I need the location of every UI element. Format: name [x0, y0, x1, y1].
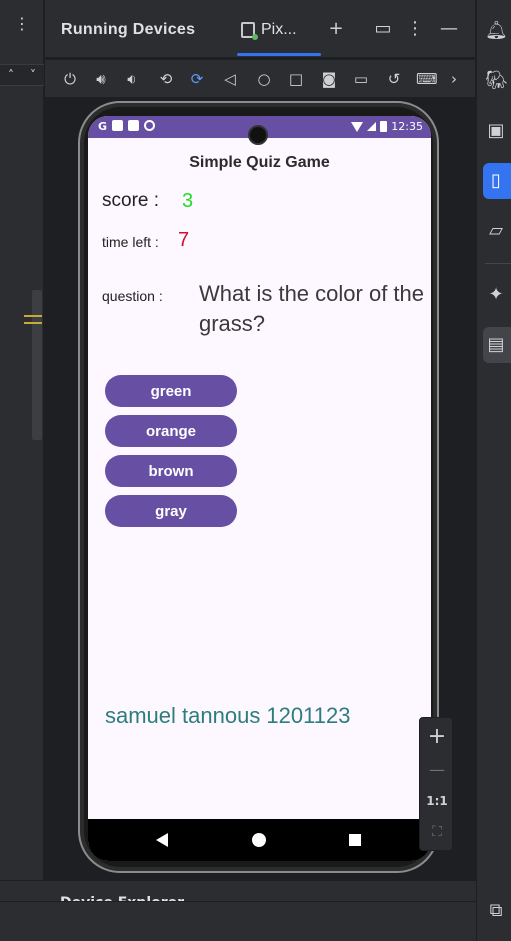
system-icons: 12:35 [351, 120, 423, 133]
gemini-icon[interactable]: ✦ [485, 284, 507, 306]
author-label: samuel tannous 1201123 [105, 703, 351, 728]
sim-icon [128, 120, 140, 131]
answer-button-orange[interactable]: orange [105, 415, 237, 447]
back-icon[interactable]: ◁ [220, 69, 240, 89]
device-mirroring-icon[interactable]: ▱ [485, 220, 507, 242]
tab-device-pixel[interactable]: Pix... [237, 0, 321, 58]
toolstrip-separator [485, 263, 511, 264]
right-tool-strip: 🔔︎ 🐘︎ ▣ ▯ ▱ ✦ ▤ ⧉ [476, 0, 511, 941]
reset-icon[interactable]: ↺ [384, 69, 404, 89]
score-label: score : [102, 190, 160, 211]
tab-label: Pix... [261, 21, 297, 38]
nav-back-icon[interactable] [156, 833, 168, 847]
wifi-icon [351, 121, 364, 132]
gradle-icon[interactable]: 🐘︎ [485, 70, 508, 92]
power-icon[interactable]: ⏻ [60, 69, 80, 89]
add-device-icon[interactable]: + [326, 18, 346, 39]
device-explorer-icon: ▤ [487, 334, 505, 355]
status-time: 12:35 [391, 120, 423, 133]
tab-active-indicator [237, 53, 321, 56]
zoom-in-icon[interactable]: + [420, 724, 454, 749]
device-icon [241, 22, 258, 40]
phone-frame: G 12:35 Simple Quiz Game score : 3 time … [78, 101, 439, 873]
editor-scrollbar[interactable] [32, 290, 42, 440]
collapse-expand-controls: ˄ ˅ [0, 64, 44, 86]
chevron-down-icon[interactable]: ˅ [30, 68, 36, 82]
bottom-tool-panel: Device Explorer [0, 880, 476, 941]
answer-button-brown[interactable]: brown [105, 455, 237, 487]
overview-icon[interactable]: □ [286, 69, 306, 89]
gmail-icon [112, 120, 124, 131]
notifications-icon[interactable]: 🔔︎ [485, 20, 508, 42]
answer-button-gray[interactable]: gray [105, 495, 237, 527]
screenshot-icon[interactable]: ◙ [319, 69, 339, 89]
device-toolbar: ⏻ 🔊︎ 🔉︎ ⟲ ⟳ ◁ ○ □ ◙ ▭ ↺ ⌨ › [45, 60, 475, 98]
home-icon[interactable]: ○ [254, 69, 274, 89]
chevron-right-icon[interactable]: › [444, 69, 464, 89]
more-options-icon[interactable]: ⋮ [405, 18, 425, 39]
screen-record-icon[interactable]: ▭ [351, 69, 371, 89]
zoom-actual-size[interactable]: 1:1 [420, 794, 454, 808]
zoom-controls: + — 1:1 ⛶ [419, 717, 453, 851]
navigation-bar [88, 819, 431, 861]
question-text: What is the color of the grass? [199, 281, 424, 336]
device-manager-icon[interactable]: ▣ [485, 120, 507, 142]
google-icon: G [98, 120, 108, 133]
minimize-icon[interactable]: — [439, 18, 459, 39]
score-value: 3 [182, 190, 194, 212]
front-camera [248, 125, 268, 145]
phone-screen[interactable]: G 12:35 Simple Quiz Game score : 3 time … [88, 116, 431, 861]
chevron-up-icon[interactable]: ˄ [8, 68, 14, 82]
time-left-value: 7 [178, 229, 190, 251]
rotate-right-icon[interactable]: ⟳ [187, 69, 207, 89]
volume-down-icon[interactable]: 🔉︎ [122, 69, 142, 89]
left-tool-strip: ⋮ ˄ ˅ [0, 0, 44, 900]
question-label: question : [102, 288, 163, 304]
zoom-out-icon[interactable]: — [420, 760, 454, 779]
answer-button-green[interactable]: green [105, 375, 237, 407]
running-devices-header: Running Devices Pix... + ▭ ⋮ — [45, 0, 475, 58]
more-options-icon[interactable]: ⋮ [0, 14, 44, 33]
drag-handle-icon[interactable] [24, 315, 42, 329]
running-devices-icon: ▯ [491, 170, 501, 191]
layout-inspector-icon[interactable]: ⧉ [485, 900, 507, 922]
time-left-label: time left : [102, 234, 159, 250]
zoom-fit-icon[interactable]: ⛶ [420, 824, 454, 840]
status-strip [0, 901, 476, 941]
panel-title: Running Devices [61, 21, 196, 38]
notification-icons: G [98, 120, 156, 133]
answer-list: green orange brown gray [105, 375, 237, 527]
volume-up-icon[interactable]: 🔊︎ [91, 69, 111, 89]
app-title: Simple Quiz Game [189, 154, 330, 171]
nav-home-icon[interactable] [252, 833, 266, 847]
sync-icon [144, 120, 156, 131]
signal-icon [367, 122, 377, 131]
rotate-left-icon[interactable]: ⟲ [156, 69, 176, 89]
battery-icon [380, 121, 388, 132]
window-layout-icon[interactable]: ▭ [373, 18, 393, 39]
keyboard-icon[interactable]: ⌨ [416, 69, 438, 89]
nav-recents-icon[interactable] [349, 834, 361, 846]
